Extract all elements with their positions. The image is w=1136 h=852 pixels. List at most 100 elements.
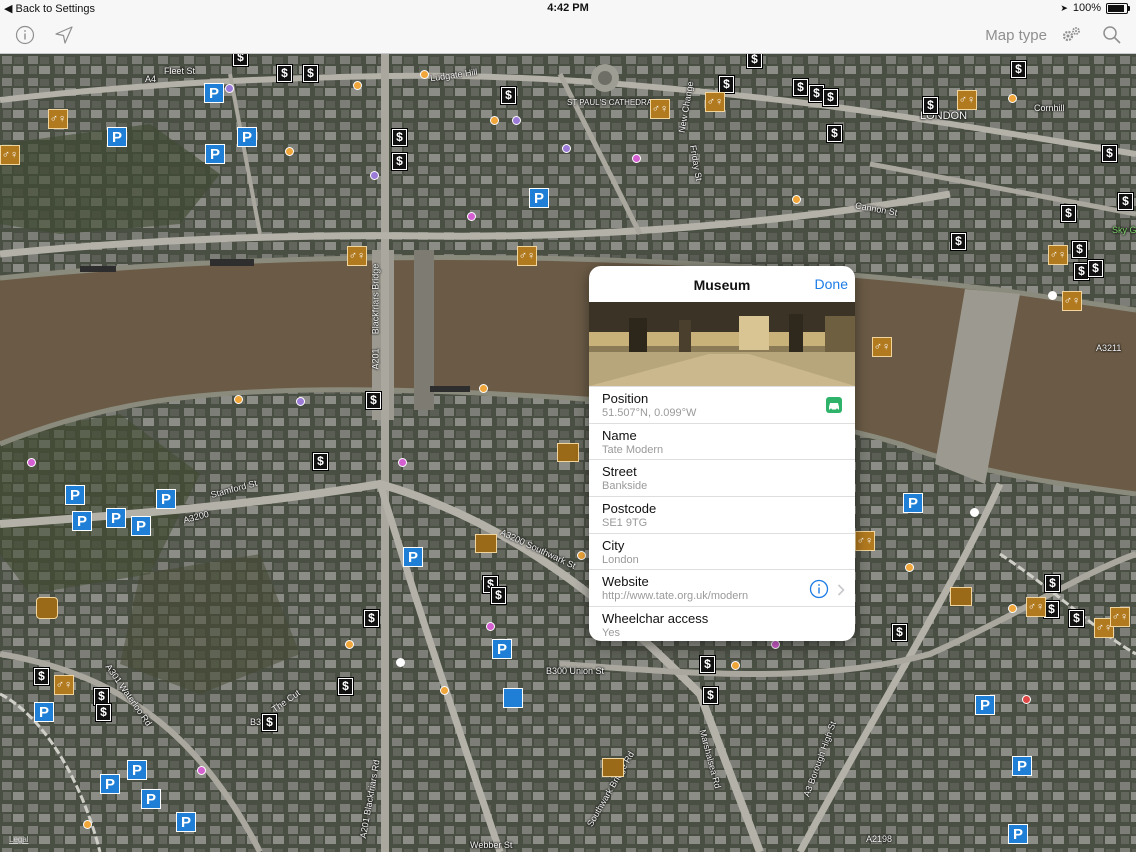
parking-pin[interactable]: P: [529, 188, 549, 208]
atm-pin[interactable]: [1060, 204, 1077, 223]
museum-pin[interactable]: [950, 587, 972, 606]
parking-pin[interactable]: P: [176, 812, 196, 832]
poi-dot[interactable]: [771, 640, 780, 649]
poi-dot[interactable]: [562, 144, 571, 153]
poi-dot[interactable]: [83, 820, 92, 829]
poi-dot[interactable]: [577, 551, 586, 560]
parking-pin[interactable]: P: [34, 702, 54, 722]
poi-dot[interactable]: [970, 508, 979, 517]
parking-pin[interactable]: P: [403, 547, 423, 567]
atm-pin[interactable]: [826, 124, 843, 143]
parking-pin[interactable]: P: [141, 789, 161, 809]
car-icon[interactable]: [825, 396, 843, 419]
parking-pin[interactable]: P: [106, 508, 126, 528]
poi-dot[interactable]: [792, 195, 801, 204]
atm-pin[interactable]: [337, 677, 354, 696]
poi-dot[interactable]: [225, 84, 234, 93]
parking-pin[interactable]: P: [100, 774, 120, 794]
location-arrow-icon[interactable]: [54, 25, 74, 50]
theatre-pin[interactable]: [36, 597, 58, 619]
satellite-map[interactable]: Ludgate Hill Fleet St ST PAUL'S CATHEDRA…: [0, 54, 1136, 852]
settings-gears-icon[interactable]: [1061, 25, 1083, 50]
parking-pin[interactable]: P: [903, 493, 923, 513]
museum-pin-tate-modern[interactable]: [557, 443, 579, 462]
poi-dot[interactable]: [1022, 695, 1031, 704]
parking-pin[interactable]: P: [1008, 824, 1028, 844]
done-button[interactable]: Done: [815, 276, 848, 292]
poi-dot[interactable]: [1008, 604, 1017, 613]
map-type-button[interactable]: Map type: [985, 27, 1047, 44]
poi-dot[interactable]: [296, 397, 305, 406]
poi-dot[interactable]: [234, 395, 243, 404]
atm-pin[interactable]: [312, 452, 329, 471]
atm-pin[interactable]: [702, 686, 719, 705]
parking-pin[interactable]: P: [107, 127, 127, 147]
toilets-pin[interactable]: ♂♀: [0, 145, 20, 165]
parking-pin[interactable]: P: [975, 695, 995, 715]
parking-pin[interactable]: P: [1012, 756, 1032, 776]
toilets-pin[interactable]: ♂♀: [650, 99, 670, 119]
info-circle-icon[interactable]: [809, 579, 829, 604]
poi-dot[interactable]: [731, 661, 740, 670]
atm-pin[interactable]: [232, 54, 249, 67]
info-row-position[interactable]: Position 51.507°N, 0.099°W: [589, 386, 855, 423]
toilets-pin[interactable]: ♂♀: [1062, 291, 1082, 311]
poi-dot[interactable]: [345, 640, 354, 649]
museum-pin[interactable]: [602, 758, 624, 777]
atm-pin[interactable]: [1117, 192, 1134, 211]
parking-pin[interactable]: P: [72, 511, 92, 531]
atm-pin[interactable]: [95, 703, 112, 722]
toilets-pin[interactable]: ♂♀: [517, 246, 537, 266]
poi-dot[interactable]: [479, 384, 488, 393]
toilets-pin[interactable]: ♂♀: [1026, 597, 1046, 617]
museum-pin[interactable]: [475, 534, 497, 553]
parking-pin[interactable]: P: [237, 127, 257, 147]
atm-pin[interactable]: [1101, 144, 1118, 163]
search-icon[interactable]: [1102, 25, 1122, 50]
poi-dot[interactable]: [486, 622, 495, 631]
toilets-pin[interactable]: ♂♀: [347, 246, 367, 266]
atm-pin[interactable]: [1087, 259, 1104, 278]
atm-pin[interactable]: [950, 232, 967, 251]
poi-dot[interactable]: [197, 766, 206, 775]
atm-pin[interactable]: [302, 64, 319, 83]
poi-dot[interactable]: [396, 658, 405, 667]
atm-pin[interactable]: [822, 88, 839, 107]
atm-pin[interactable]: [792, 78, 809, 97]
atm-pin[interactable]: [33, 667, 50, 686]
poi-dot[interactable]: [27, 458, 36, 467]
parking-pin[interactable]: P: [131, 516, 151, 536]
poi-dot[interactable]: [440, 686, 449, 695]
atm-pin[interactable]: [391, 152, 408, 171]
parking-pin[interactable]: P: [127, 760, 147, 780]
toilets-pin[interactable]: ♂♀: [855, 531, 875, 551]
atm-pin[interactable]: [699, 655, 716, 674]
atm-pin[interactable]: [490, 586, 507, 605]
atm-pin[interactable]: [261, 713, 278, 732]
atm-pin[interactable]: [500, 86, 517, 105]
toilets-pin[interactable]: ♂♀: [1048, 245, 1068, 265]
poi-dot[interactable]: [370, 171, 379, 180]
toilets-pin[interactable]: ♂♀: [54, 675, 74, 695]
poi-dot[interactable]: [467, 212, 476, 221]
poi-dot[interactable]: [398, 458, 407, 467]
atm-pin[interactable]: [1071, 240, 1088, 259]
atm-pin[interactable]: [365, 391, 382, 410]
atm-pin[interactable]: [1044, 574, 1061, 593]
poi-dot[interactable]: [1048, 291, 1057, 300]
parking-pin[interactable]: P: [204, 83, 224, 103]
info-row-website[interactable]: Website http://www.tate.org.uk/modern: [589, 569, 855, 606]
atm-pin[interactable]: [1010, 60, 1027, 79]
poi-dot[interactable]: [353, 81, 362, 90]
toilets-pin[interactable]: ♂♀: [48, 109, 68, 129]
atm-pin[interactable]: [363, 609, 380, 628]
toilets-pin[interactable]: ♂♀: [957, 90, 977, 110]
parking-pin[interactable]: P: [156, 489, 176, 509]
atm-pin[interactable]: [276, 64, 293, 83]
toilets-pin[interactable]: ♂♀: [705, 92, 725, 112]
atm-pin[interactable]: [746, 54, 763, 69]
poi-dot[interactable]: [905, 563, 914, 572]
info-icon[interactable]: [15, 25, 35, 50]
fuel-station-pin[interactable]: [503, 688, 523, 708]
poi-dot[interactable]: [420, 70, 429, 79]
